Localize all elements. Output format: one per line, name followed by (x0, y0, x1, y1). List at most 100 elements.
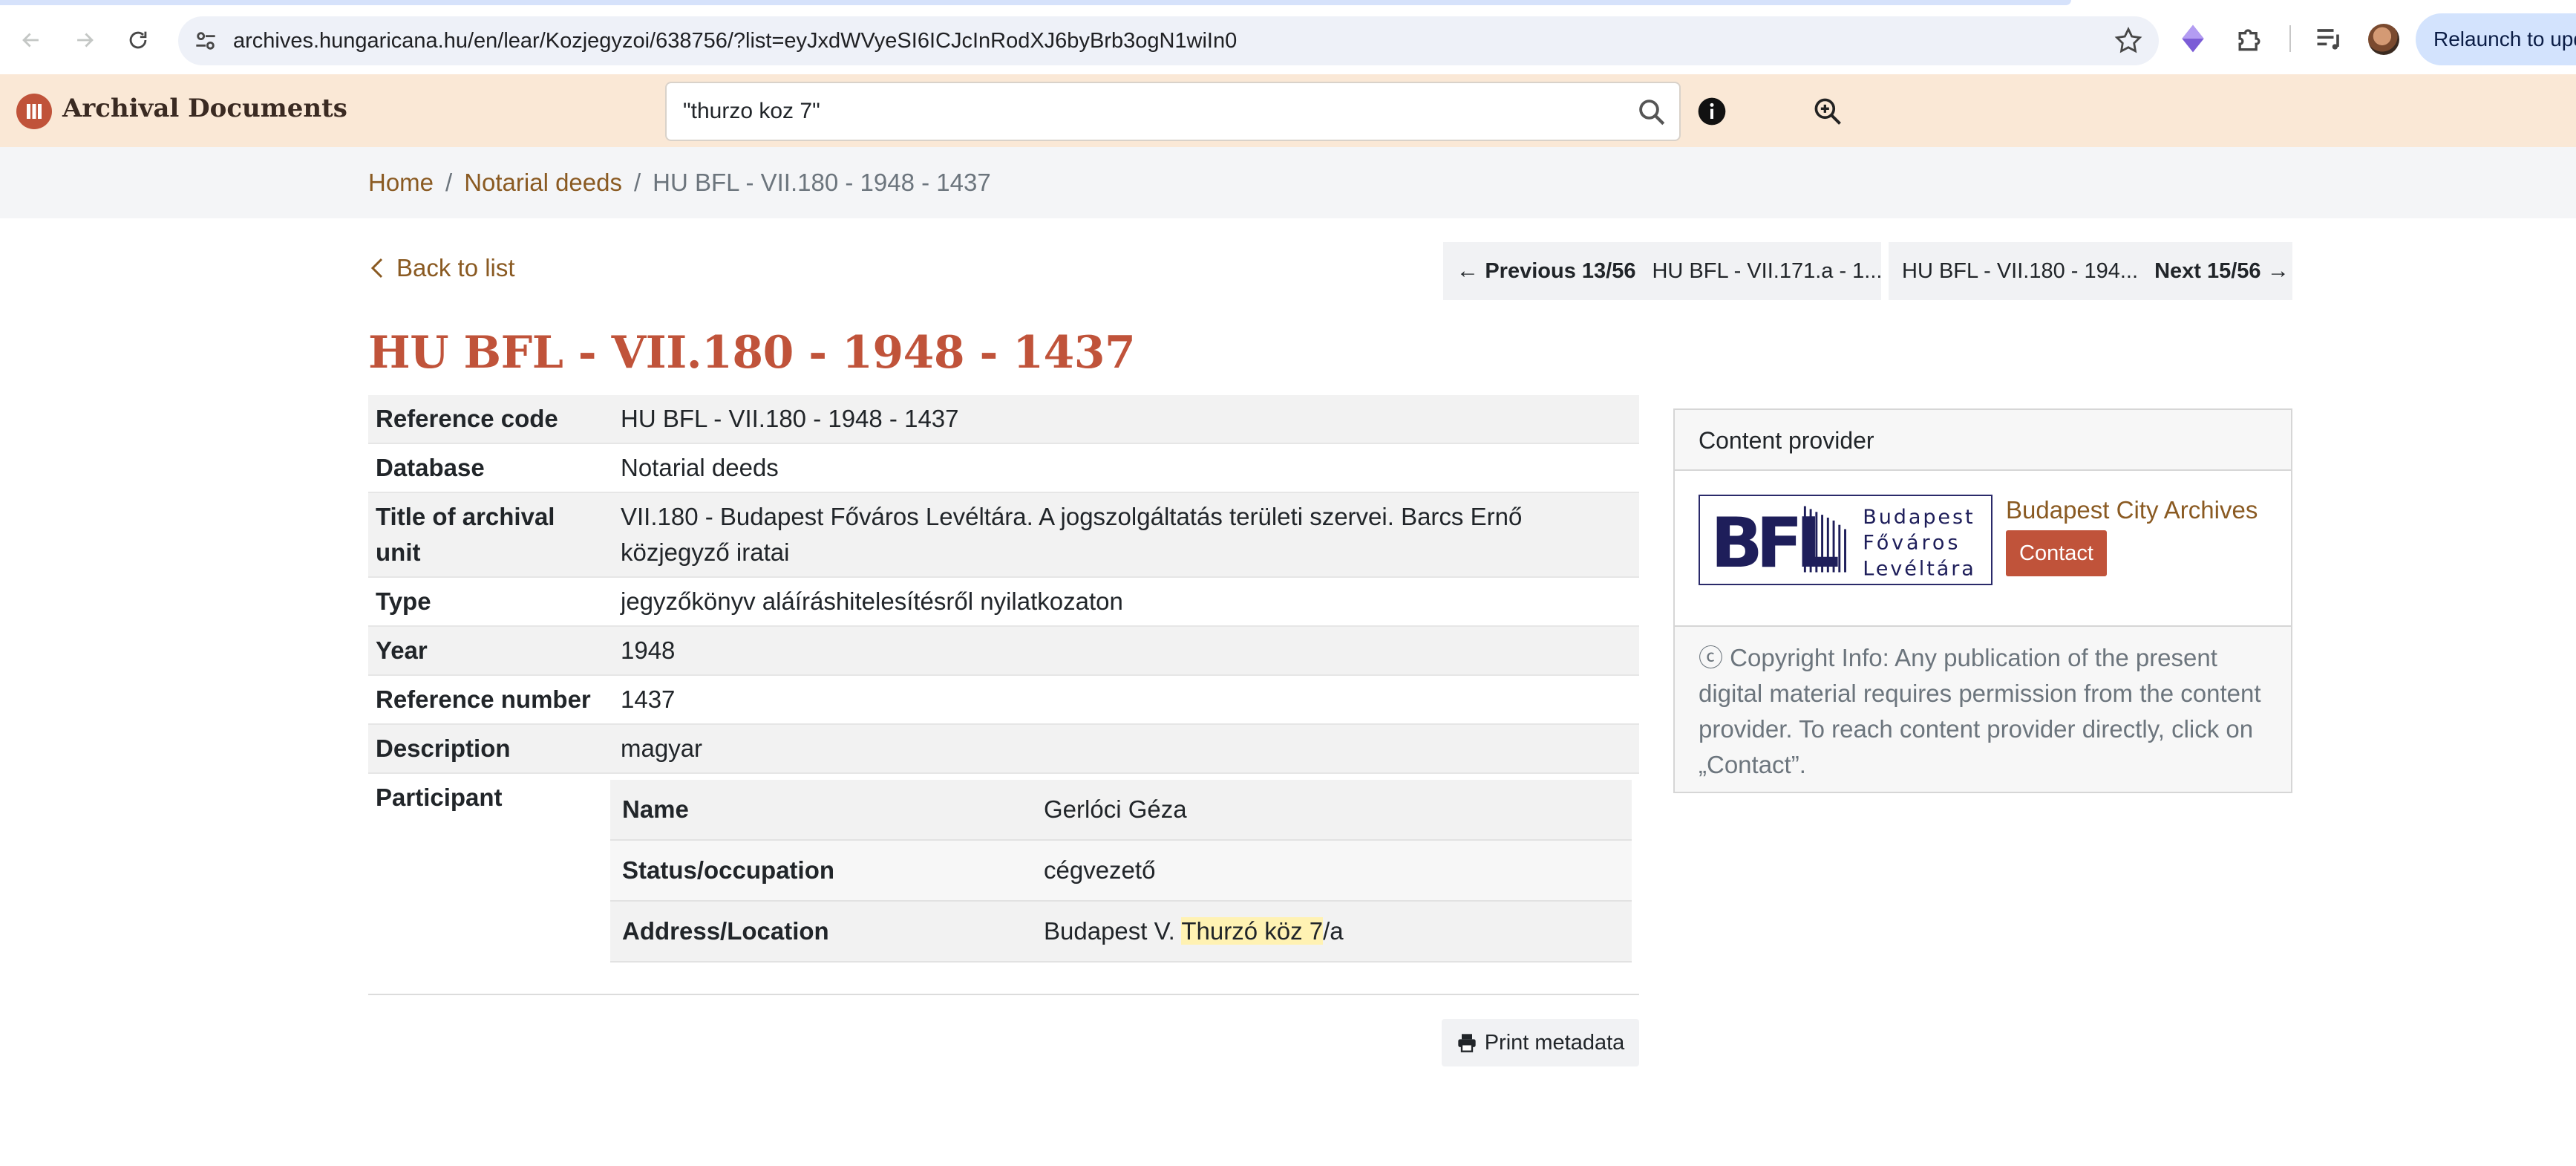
search-space-highlight (1302, 917, 1310, 945)
copyright-info: ⓒ Copyright Info: Any publication of the… (1675, 627, 2291, 792)
participant-field-label: Status/occupation (622, 856, 835, 884)
forward-nav-button[interactable] (65, 21, 104, 59)
participant-name: Gerlóci Géza (1044, 795, 1187, 823)
site-settings-icon[interactable] (192, 27, 220, 55)
arrow-left-icon: ← (1457, 258, 1485, 283)
arrow-right-icon (77, 33, 94, 48)
next-record-button[interactable]: HU BFL - VII.180 - 194... Next 15/56 → (1889, 242, 2292, 300)
relaunch-button[interactable]: Relaunch to upd (2416, 13, 2576, 65)
arrow-left-icon (22, 33, 39, 48)
arrow-right-icon: → (2260, 258, 2289, 283)
previous-label: Previous 13/56 (1485, 258, 1636, 283)
table-row: Type jegyzőkönyv aláíráshitelesítésről n… (368, 578, 1639, 627)
previous-record-title: HU BFL - VII.171.a - 1... (1652, 258, 1883, 283)
back-nav-button[interactable] (12, 21, 50, 59)
field-label: Title of archival unit (376, 503, 555, 566)
divider (368, 994, 1639, 995)
extension-diamond-icon[interactable] (2177, 22, 2209, 55)
field-value: magyar (621, 735, 703, 762)
participant-row-status: Status/occupation cégvezető (610, 841, 1632, 902)
info-icon[interactable] (1697, 97, 1727, 126)
field-value: VII.180 - Budapest Főváros Levéltára. A … (621, 503, 1523, 566)
metadata-table: Reference code HU BFL - VII.180 - 1948 -… (368, 395, 1639, 968)
page-title: HU BFL - VII.180 - 1948 - 1437 (368, 327, 1136, 379)
logo-text-fovaros: Főváros (1863, 532, 1961, 555)
extensions-puzzle-icon[interactable] (2233, 22, 2266, 55)
contact-button[interactable]: Contact (2006, 530, 2107, 576)
next-record-title: HU BFL - VII.180 - 194... (1902, 258, 2139, 283)
field-label: Database (376, 454, 485, 481)
field-label: Type (376, 587, 431, 615)
field-label: Reference code (376, 405, 558, 432)
browser-chrome: archives.hungaricana.hu/en/lear/Kozjegyz… (0, 0, 2576, 74)
chevron-left-icon (370, 258, 383, 279)
participant-address: Budapest V. Thurzó köz 7/a (1044, 902, 1632, 961)
breadcrumb-home[interactable]: Home (368, 169, 434, 196)
next-label: Next 15/56 (2154, 258, 2261, 283)
toolbar-divider (2289, 25, 2291, 52)
field-value: 1437 (621, 685, 676, 713)
field-value: jegyzőkönyv aláíráshitelesítésről nyilat… (621, 587, 1123, 615)
zoom-in-icon[interactable] (1811, 95, 1844, 128)
search-highlight: köz (1264, 917, 1303, 945)
card-heading: Content provider (1675, 410, 2291, 471)
address-prefix: Budapest V. (1044, 917, 1182, 945)
breadcrumb-separator: / (634, 169, 641, 196)
field-value: HU BFL - VII.180 - 1948 - 1437 (621, 405, 959, 432)
search-space-highlight (1258, 917, 1265, 945)
tab-strip-accent (0, 0, 2071, 5)
participant-row-address: Address/Location Budapest V. Thurzó köz … (610, 902, 1632, 963)
profile-avatar[interactable] (2368, 24, 2399, 55)
table-row: Year 1948 (368, 627, 1639, 676)
field-value: Notarial deeds (621, 454, 779, 481)
bookmark-star-icon[interactable] (2113, 25, 2144, 56)
breadcrumb-section[interactable]: Notarial deeds (464, 169, 622, 196)
table-row: Database Notarial deeds (368, 444, 1639, 493)
provider-logo[interactable]: BFL Budapest Főváros Levéltára (1699, 495, 1993, 585)
participant-row-name: Name Gerlóci Géza (610, 780, 1632, 841)
search-highlight: 7 (1309, 917, 1324, 945)
participant-row: Participant Name Gerlóci Géza Status/occ… (368, 774, 1639, 968)
participant-details: Name Gerlóci Géza Status/occupation cégv… (610, 774, 1639, 968)
field-value: 1948 (621, 636, 676, 664)
search-box[interactable] (665, 82, 1681, 141)
site-header: Archival Documents (0, 74, 2576, 147)
reload-icon (129, 31, 147, 49)
provider-info: BFL Budapest Főváros Levéltára Budapest … (1675, 471, 2291, 627)
search-input[interactable] (683, 83, 1618, 140)
print-metadata-button[interactable]: Print metadata (1442, 1019, 1639, 1066)
field-label: Description (376, 735, 511, 762)
table-row: Reference code HU BFL - VII.180 - 1948 -… (368, 395, 1639, 444)
participant-status: cégvezető (1044, 856, 1156, 884)
back-to-list-link[interactable]: Back to list (368, 254, 515, 282)
participant-table: Name Gerlóci Géza Status/occupation cégv… (610, 780, 1632, 963)
previous-record-button[interactable]: ← Previous 13/56 HU BFL - VII.171.a - 1.… (1443, 242, 1883, 300)
logo-text-budapest: Budapest (1863, 506, 1975, 529)
media-queue-icon[interactable] (2313, 22, 2346, 55)
logo-text-leveltara: Levéltára (1863, 557, 1976, 580)
field-label: Participant (376, 784, 503, 811)
address-bar[interactable]: archives.hungaricana.hu/en/lear/Kozjegyz… (178, 16, 2159, 65)
site-brand[interactable]: Archival Documents (62, 94, 347, 123)
search-icon[interactable] (1636, 97, 1667, 128)
table-row: Title of archival unit VII.180 - Budapes… (368, 493, 1639, 578)
participant-field-label: Name (622, 795, 689, 823)
table-row: Description magyar (368, 725, 1639, 774)
provider-name-link[interactable]: Budapest City Archives (2006, 496, 2258, 524)
address-suffix: /a (1323, 917, 1344, 945)
logo-letters: BFL (1710, 503, 1838, 583)
breadcrumb: Home / Notarial deeds / HU BFL - VII.180 - 1… (368, 147, 991, 218)
archive-logo-icon[interactable] (16, 94, 52, 129)
breadcrumb-current: HU BFL - VII.180 - 1948 - 1437 (653, 169, 991, 196)
url-text: archives.hungaricana.hu/en/lear/Kozjegyz… (233, 29, 1238, 53)
back-to-list-label: Back to list (396, 254, 515, 281)
reload-button[interactable] (119, 21, 157, 59)
field-label: Reference number (376, 685, 591, 713)
search-highlight: Thurzó (1181, 917, 1258, 945)
field-label: Year (376, 636, 428, 664)
book-icon (27, 104, 42, 119)
print-metadata-label: Print metadata (1484, 1030, 1625, 1055)
table-row: Reference number 1437 (368, 676, 1639, 725)
breadcrumb-separator: / (445, 169, 453, 196)
printer-icon (1458, 1034, 1476, 1052)
